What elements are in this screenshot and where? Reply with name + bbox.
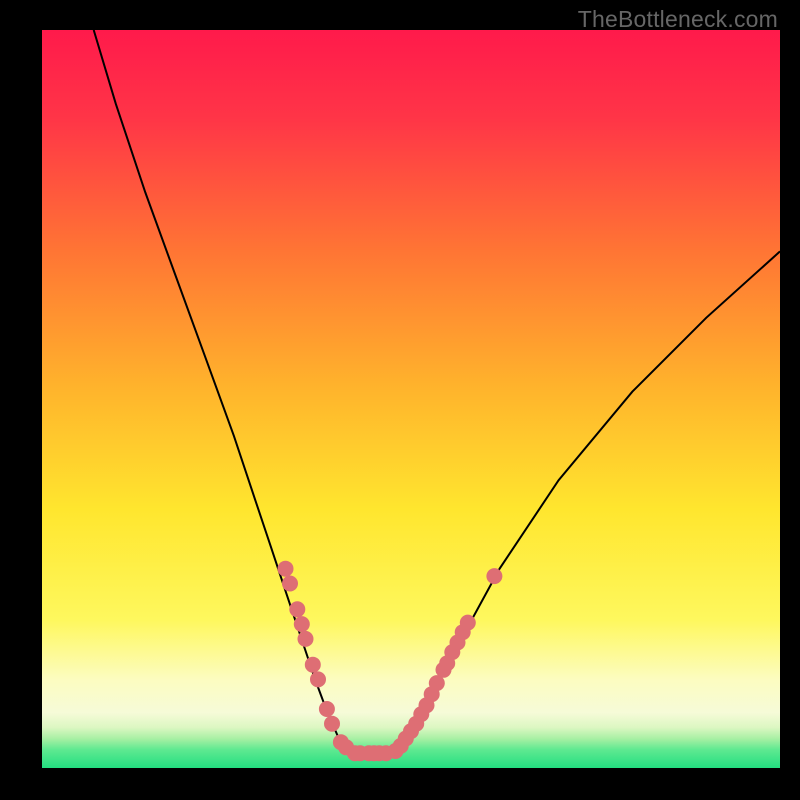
chart-svg bbox=[42, 30, 780, 768]
watermark-text: TheBottleneck.com bbox=[578, 6, 778, 33]
data-dot bbox=[294, 616, 310, 632]
data-dot bbox=[282, 576, 298, 592]
chart-frame: TheBottleneck.com bbox=[0, 0, 800, 800]
data-dot bbox=[319, 701, 335, 717]
data-dot bbox=[289, 601, 305, 617]
data-dot bbox=[486, 568, 502, 584]
plot-area bbox=[42, 30, 780, 768]
data-dot bbox=[298, 631, 314, 647]
data-dot bbox=[310, 671, 326, 687]
data-dot bbox=[305, 657, 321, 673]
gradient-background bbox=[42, 30, 780, 768]
data-dot bbox=[278, 561, 294, 577]
data-dot bbox=[460, 615, 476, 631]
data-dot bbox=[324, 716, 340, 732]
